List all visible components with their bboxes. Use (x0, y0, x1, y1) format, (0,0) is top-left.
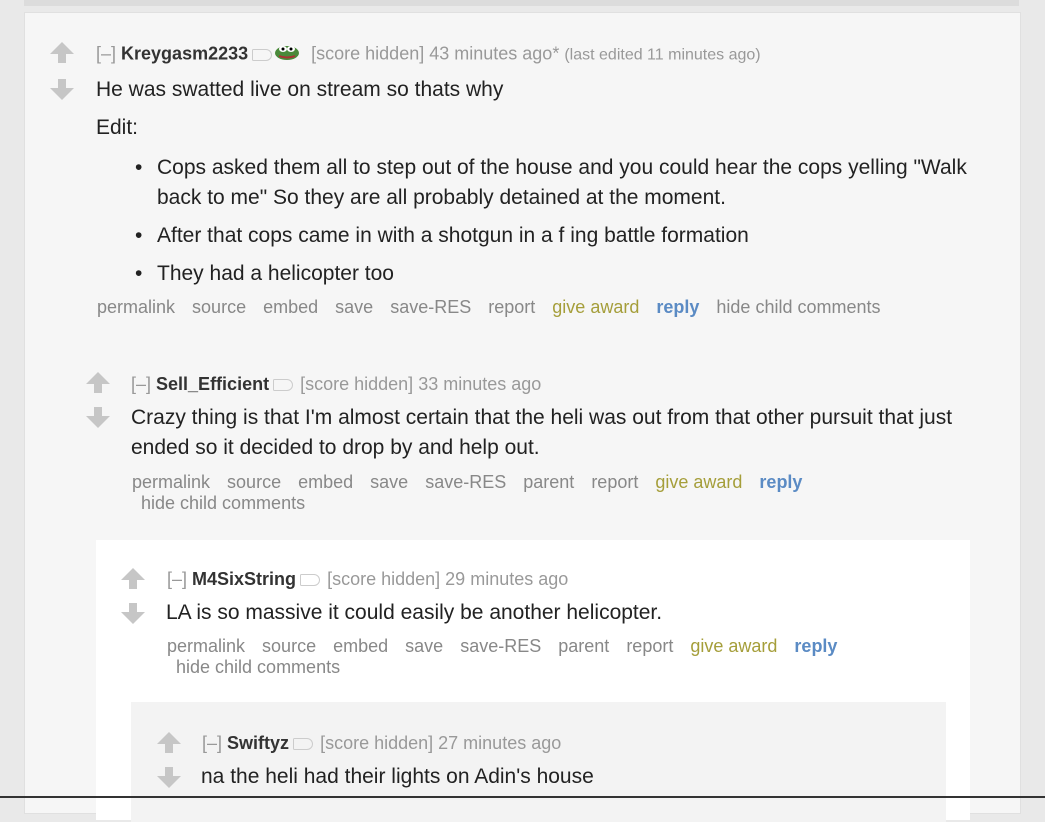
upvote-icon[interactable] (156, 730, 182, 754)
vote-arrows (49, 40, 75, 102)
upvote-icon[interactable] (85, 370, 111, 394)
hide-child-comments-link[interactable]: hide child comments (176, 657, 340, 677)
comment-body: na the heli had their lights on Adin's h… (201, 762, 594, 792)
vote-arrows (120, 566, 146, 626)
timestamp: 43 minutes ago* (429, 43, 560, 64)
tag-icon[interactable] (293, 738, 314, 751)
comment-tagline: [–] Sell_Efficient [score hidden] 33 min… (131, 374, 541, 395)
parent-link[interactable]: parent (558, 636, 609, 656)
comment-buttons-wrap: hide child comments (176, 657, 352, 678)
downvote-icon[interactable] (120, 602, 146, 626)
hide-child-comments-link[interactable]: hide child comments (716, 297, 880, 317)
collapse-toggle[interactable]: [–] (202, 733, 222, 753)
comment-buttons: permalink source embed save save-RES rep… (97, 297, 892, 318)
comment-tagline: [–] Kreygasm2233 [score hidden] 43 minut… (96, 43, 761, 66)
pepe-flair-icon (274, 43, 300, 66)
report-link[interactable]: report (591, 472, 638, 492)
comment-buttons: permalink source embed save save-RES par… (167, 636, 849, 657)
downvote-icon[interactable] (49, 78, 75, 102)
tag-icon[interactable] (252, 48, 273, 61)
author-link[interactable]: Swiftyz (227, 733, 289, 753)
downvote-icon[interactable] (156, 766, 182, 790)
comment-body: Crazy thing is that I'm almost certain t… (131, 403, 961, 463)
body-paragraph: Edit: (96, 116, 139, 139)
permalink-link[interactable]: permalink (132, 472, 210, 492)
embed-link[interactable]: embed (333, 636, 388, 656)
timestamp: 29 minutes ago (445, 569, 569, 589)
reply-link[interactable]: reply (759, 472, 802, 492)
permalink-link[interactable]: permalink (167, 636, 245, 656)
source-link[interactable]: source (192, 297, 246, 317)
report-link[interactable]: report (626, 636, 673, 656)
save-link[interactable]: save (335, 297, 373, 317)
body-paragraph: Crazy thing is that I'm almost certain t… (131, 406, 953, 459)
collapse-toggle[interactable]: [–] (96, 43, 116, 63)
body-paragraph: na the heli had their lights on Adin's h… (201, 765, 594, 788)
vote-arrows (156, 730, 182, 790)
save-res-link[interactable]: save-RES (425, 472, 506, 492)
reply-link[interactable]: reply (794, 636, 837, 656)
report-link[interactable]: report (488, 297, 535, 317)
score-hidden: [score hidden] (300, 374, 414, 394)
save-link[interactable]: save (405, 636, 443, 656)
give-award-link[interactable]: give award (690, 636, 777, 656)
tag-icon[interactable] (300, 574, 321, 587)
comment-tagline: [–] Swiftyz [score hidden] 27 minutes ag… (202, 733, 561, 754)
source-link[interactable]: source (227, 472, 281, 492)
comment-tagline: [–] M4SixString [score hidden] 29 minute… (167, 569, 568, 590)
collapse-toggle[interactable]: [–] (131, 374, 151, 394)
timestamp: 33 minutes ago (418, 374, 542, 394)
score-hidden: [score hidden] (327, 569, 441, 589)
comment-buttons: permalink source embed save save-RES par… (132, 472, 814, 493)
tag-icon[interactable] (273, 379, 294, 392)
save-link[interactable]: save (370, 472, 408, 492)
author-link[interactable]: Kreygasm2233 (121, 43, 248, 63)
hide-child-comments-link[interactable]: hide child comments (141, 493, 305, 513)
give-award-link[interactable]: give award (655, 472, 742, 492)
downvote-icon[interactable] (85, 406, 111, 430)
comment-body: He was swatted live on stream so thats w… (96, 75, 503, 143)
body-paragraph: LA is so massive it could easily be anot… (166, 601, 663, 624)
save-res-link[interactable]: save-RES (460, 636, 541, 656)
body-paragraph: He was swatted live on stream so thats w… (96, 78, 504, 101)
parent-link[interactable]: parent (523, 472, 574, 492)
give-award-link[interactable]: give award (552, 297, 639, 317)
vote-arrows (85, 370, 111, 430)
save-res-link[interactable]: save-RES (390, 297, 471, 317)
author-link[interactable]: M4SixString (192, 569, 296, 589)
author-link[interactable]: Sell_Efficient (156, 374, 269, 394)
score-hidden: [score hidden] (311, 43, 425, 64)
embed-link[interactable]: embed (298, 472, 353, 492)
bullet-list: Cops asked them all to step out of the h… (135, 153, 1005, 297)
comment-body: LA is so massive it could easily be anot… (166, 598, 662, 628)
score-hidden: [score hidden] (320, 733, 434, 753)
upvote-icon[interactable] (120, 566, 146, 590)
embed-link[interactable]: embed (263, 297, 318, 317)
permalink-link[interactable]: permalink (97, 297, 175, 317)
timestamp: 27 minutes ago (438, 733, 562, 753)
list-item: Cops asked them all to step out of the h… (135, 153, 1005, 213)
edited-note: (last edited 11 minutes ago) (564, 46, 761, 64)
source-link[interactable]: source (262, 636, 316, 656)
collapse-toggle[interactable]: [–] (167, 569, 187, 589)
reply-link[interactable]: reply (656, 297, 699, 317)
list-item: After that cops came in with a shotgun i… (135, 221, 1005, 251)
upvote-icon[interactable] (49, 40, 75, 64)
list-item: They had a helicopter too (135, 259, 1005, 289)
top-edge (24, 0, 1019, 6)
comment-buttons-wrap: hide child comments (141, 493, 317, 514)
